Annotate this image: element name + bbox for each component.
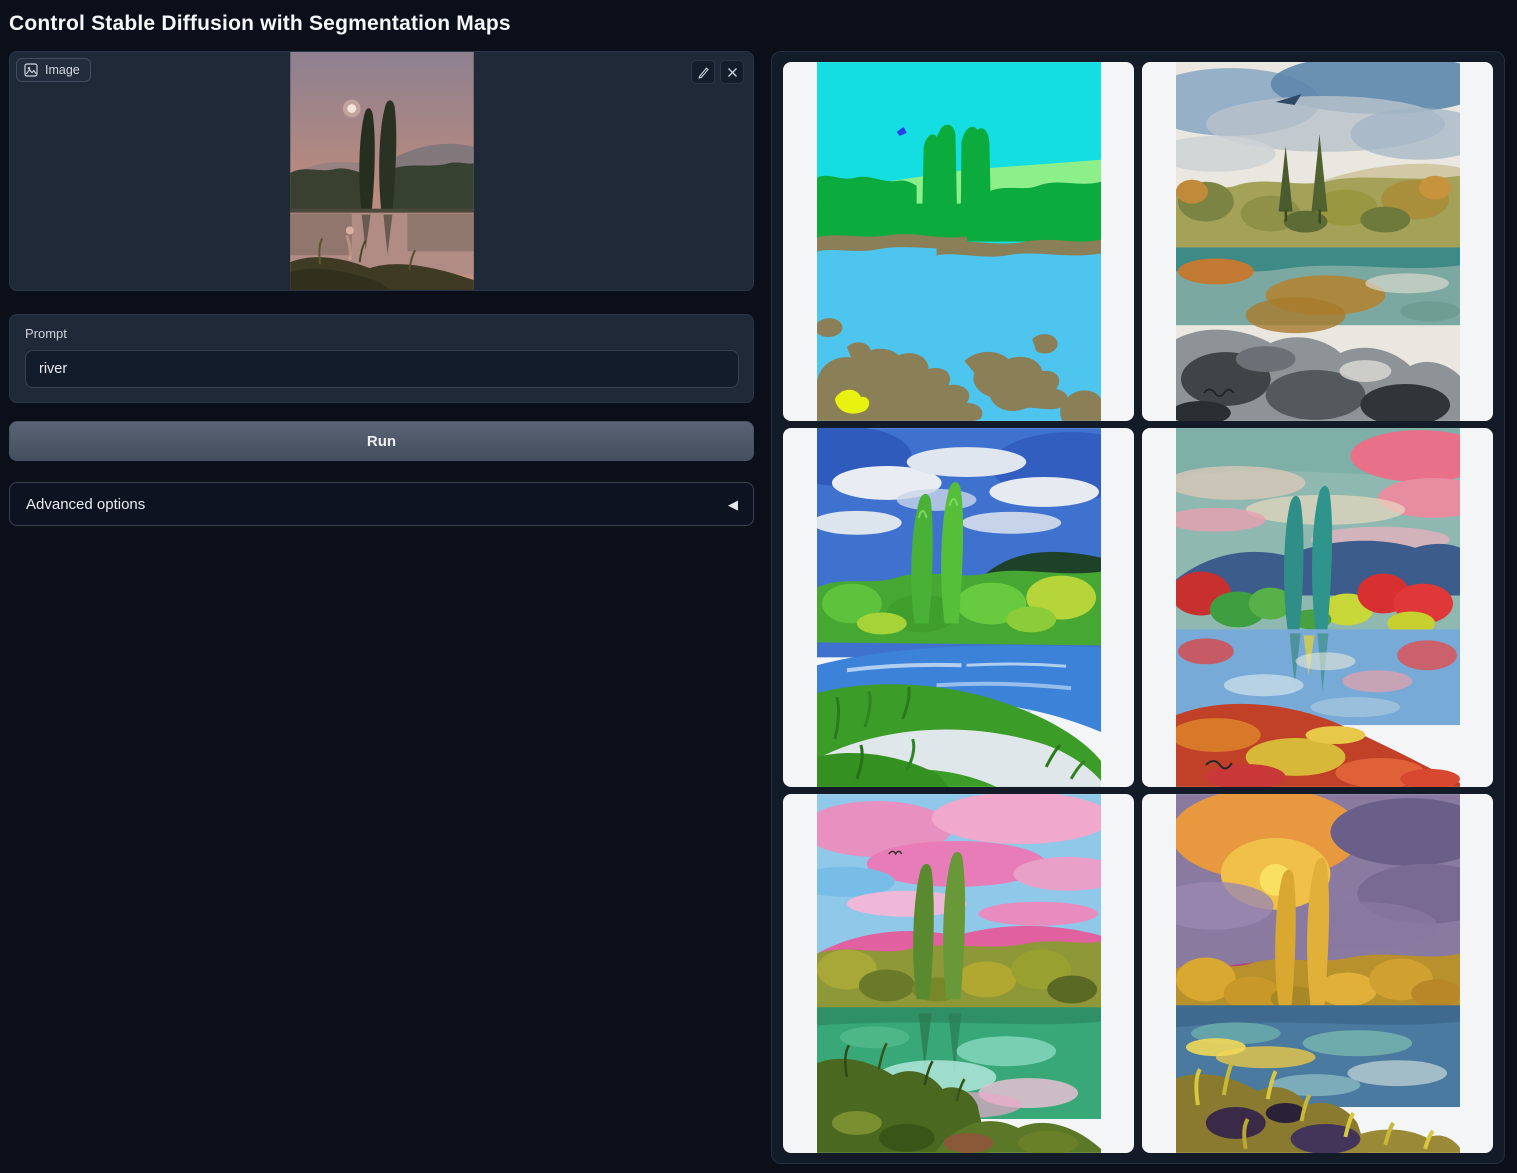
gallery-item-watercolor-river[interactable] [1142, 62, 1493, 421]
image-input-block: Image [9, 51, 754, 291]
gallery-item-pink-sky-river[interactable] [783, 794, 1134, 1153]
prompt-input[interactable] [25, 350, 739, 388]
image-input-label: Image [16, 58, 91, 82]
image-actions [691, 60, 744, 84]
advanced-options-accordion[interactable]: Advanced options ◀ [9, 482, 754, 526]
page-title: Control Stable Diffusion with Segmentati… [9, 12, 1505, 36]
pencil-icon [697, 66, 710, 79]
prompt-label: Prompt [25, 326, 739, 341]
clear-image-button[interactable] [720, 60, 744, 84]
gallery-item-vivid-green-river[interactable] [783, 428, 1134, 787]
image-input-label-text: Image [45, 63, 80, 77]
edit-image-button[interactable] [691, 60, 715, 84]
prompt-block: Prompt [9, 314, 754, 403]
x-icon [727, 67, 738, 78]
advanced-options-label: Advanced options [26, 496, 145, 513]
gallery-item-segmentation-map[interactable] [783, 62, 1134, 421]
app-page: Control Stable Diffusion with Segmentati… [0, 0, 1517, 1173]
gallery-item-golden-sunset-river[interactable] [1142, 794, 1493, 1153]
main-layout: Image [9, 51, 1505, 1164]
uploaded-image-preview [290, 52, 474, 290]
run-button[interactable]: Run [9, 421, 754, 461]
input-column: Image [9, 51, 754, 526]
result-gallery [771, 51, 1505, 1164]
gallery-item-expressionist-red-river[interactable] [1142, 428, 1493, 787]
image-icon [24, 63, 38, 77]
caret-left-icon: ◀ [728, 498, 738, 511]
